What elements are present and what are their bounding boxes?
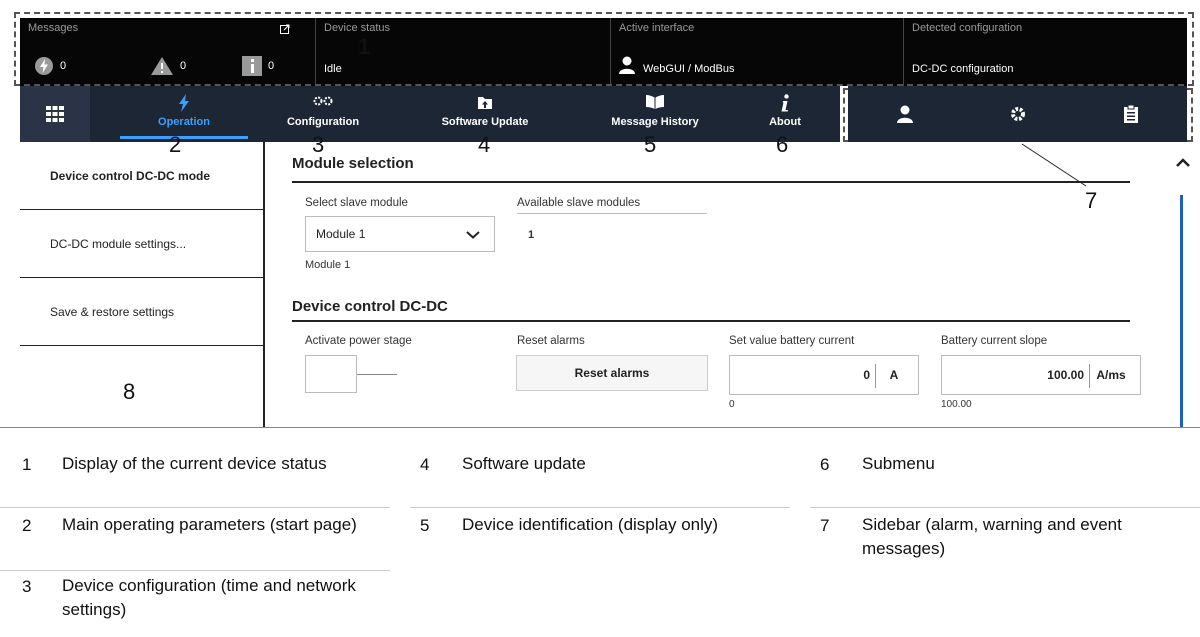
- submenu-divider: [263, 142, 265, 427]
- submenu-item-save-restore[interactable]: Save & restore settings: [20, 278, 265, 346]
- clipboard-button[interactable]: [1074, 86, 1187, 142]
- settings-button[interactable]: [961, 86, 1074, 142]
- upload-icon: [478, 97, 492, 109]
- tab-message-history-label: Message History: [611, 116, 699, 128]
- available-slave-modules-label: Available slave modules: [517, 197, 641, 209]
- gears-icon: [313, 96, 333, 106]
- legend-text: Software update: [462, 454, 586, 473]
- tab-about-label: About: [769, 116, 801, 128]
- gear-icon: [1010, 107, 1025, 121]
- activate-power-stage-label: Activate power stage: [305, 335, 412, 347]
- grid-icon: [46, 106, 64, 122]
- tab-operation[interactable]: Operation: [120, 86, 248, 142]
- power-stage-toggle[interactable]: [305, 355, 357, 393]
- legend-number: 1: [22, 455, 32, 474]
- callout-3: 3: [312, 132, 325, 157]
- toggle-track: [357, 374, 397, 375]
- battery-slope-label: Battery current slope: [941, 335, 1048, 347]
- legend-divider: [810, 507, 1200, 508]
- main-nav: Operation Configuration Software Update …: [20, 86, 840, 142]
- battery-slope-caption: 100.00: [941, 399, 972, 410]
- module-selection-title: Module selection: [292, 155, 414, 172]
- submenu: Device control DC-DC mode DC-DC module s…: [20, 142, 265, 427]
- battery-slope-unit: A/ms: [1096, 368, 1126, 382]
- clipboard-icon: [1123, 105, 1138, 123]
- battery-current-caption: 0: [729, 399, 735, 410]
- device-control-title: Device control DC-DC: [292, 298, 448, 315]
- slave-module-select-value: Module 1: [316, 227, 366, 241]
- legend-text: Device configuration (time and network s…: [62, 576, 356, 619]
- legend-divider: [0, 570, 390, 571]
- legend-text: Main operating parameters (start page): [62, 515, 357, 534]
- callout-7: 7: [1085, 188, 1098, 213]
- legend-number: 6: [820, 455, 830, 474]
- available-slave-modules-value: 1: [528, 229, 535, 241]
- chevron-down-icon: [466, 231, 480, 239]
- legend-text: Sidebar (alarm, warning and event messag…: [862, 515, 1122, 558]
- submenu-item-label: Device control DC-DC mode: [50, 168, 211, 183]
- callout-7-leader-line: [1021, 143, 1087, 187]
- book-icon: [646, 95, 664, 109]
- submenu-item-label: Save & restore settings: [50, 304, 175, 319]
- section-divider: [292, 181, 1130, 183]
- info-icon: [781, 94, 789, 112]
- tab-software-update-label: Software Update: [441, 116, 529, 128]
- active-tab-indicator: [120, 136, 248, 139]
- callout-6: 6: [776, 132, 789, 157]
- callout-8: 8: [123, 379, 136, 404]
- legend-text: Submenu: [862, 454, 935, 473]
- status-bar-highlight: [14, 12, 1194, 86]
- callout-4: 4: [478, 132, 491, 157]
- figure-legend: 1 Display of the current device status 2…: [0, 427, 1200, 637]
- select-slave-module-label: Select slave module: [305, 197, 408, 209]
- user-button[interactable]: [848, 86, 961, 142]
- legend-number: 4: [420, 455, 430, 474]
- callout-1: 1: [358, 34, 371, 59]
- tab-operation-label: Operation: [158, 116, 210, 128]
- lightning-icon: [179, 94, 189, 112]
- slave-module-select[interactable]: Module 1: [305, 216, 495, 252]
- legend-text: Device identification (display only): [462, 515, 719, 534]
- callout-2: 2: [169, 132, 182, 157]
- legend-number: 2: [22, 516, 32, 535]
- battery-current-value: 0: [863, 368, 870, 382]
- apps-grid-button[interactable]: [20, 86, 90, 142]
- battery-slope-value: 100.00: [1047, 368, 1084, 382]
- submenu-item-label: DC-DC module settings...: [50, 236, 187, 251]
- reset-alarms-label: Reset alarms: [517, 335, 585, 347]
- legend-top-rule: [0, 427, 1200, 428]
- scrollbar[interactable]: [1180, 195, 1183, 427]
- legend-number: 5: [420, 516, 430, 535]
- battery-current-input[interactable]: 0 A: [729, 355, 919, 395]
- scroll-up-icon[interactable]: [1176, 158, 1190, 168]
- slave-module-caption: Module 1: [305, 259, 351, 271]
- section-divider: [292, 320, 1130, 322]
- legend-divider: [410, 507, 790, 508]
- submenu-item-module-settings[interactable]: DC-DC module settings...: [20, 210, 265, 278]
- unit-separator: [875, 364, 876, 388]
- battery-current-label: Set value battery current: [729, 335, 855, 347]
- sidebar-header: [848, 86, 1187, 142]
- user-icon: [896, 105, 913, 123]
- submenu-item-device-control[interactable]: Device control DC-DC mode: [20, 142, 265, 210]
- battery-current-unit: A: [889, 368, 899, 382]
- legend-number: 3: [22, 577, 32, 596]
- reset-alarms-button[interactable]: Reset alarms: [516, 355, 708, 391]
- tab-configuration-label: Configuration: [286, 116, 360, 128]
- callout-5: 5: [644, 132, 657, 157]
- legend-divider: [0, 507, 390, 508]
- legend-number: 7: [820, 516, 830, 535]
- battery-slope-input[interactable]: 100.00 A/ms: [941, 355, 1141, 395]
- field-underline: [517, 213, 707, 214]
- legend-text: Display of the current device status: [62, 454, 327, 473]
